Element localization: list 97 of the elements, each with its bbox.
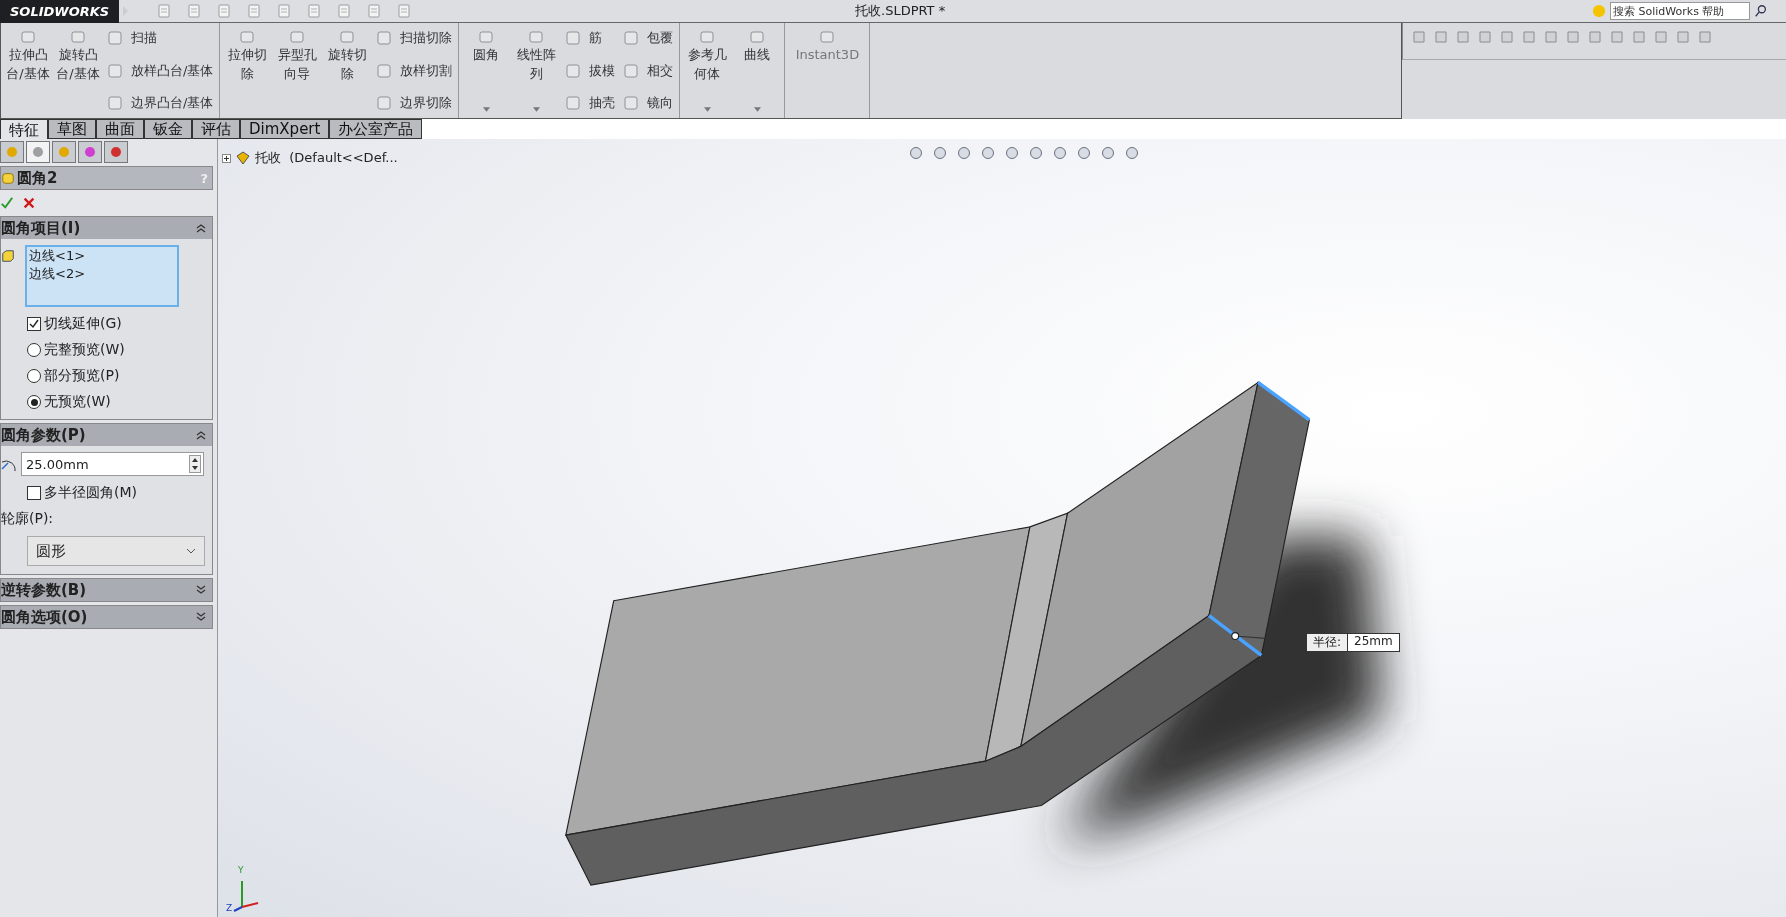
tool-icon xyxy=(565,62,582,79)
tab[interactable]: 钣金 xyxy=(144,119,192,139)
tool-icon xyxy=(376,30,393,46)
profile-dropdown[interactable]: 圆形 xyxy=(27,536,205,566)
section-header[interactable]: 逆转参数(B) xyxy=(1,579,212,601)
ribbon-button[interactable]: 边界切除 xyxy=(372,92,457,114)
check-icon xyxy=(28,318,40,330)
ribbon-button[interactable]: 线性阵列 xyxy=(511,27,562,114)
panel-icon xyxy=(108,144,124,160)
window-title: 托收.SLDPRT * xyxy=(854,2,947,20)
tool-icon xyxy=(623,30,640,46)
spinner-icon[interactable] xyxy=(189,455,201,473)
tool-icon xyxy=(239,29,256,45)
field-label: 轮廓(P): xyxy=(1,510,55,528)
ribbon-button[interactable]: 镜向 xyxy=(619,92,678,114)
list-item[interactable]: 边线<2> xyxy=(27,265,177,283)
tab[interactable]: 评估 xyxy=(192,119,240,139)
tree-item[interactable]: 托收 (Default<<Def... xyxy=(255,149,398,167)
caret-icon xyxy=(753,107,761,112)
tool-icon xyxy=(478,29,495,45)
help-icon xyxy=(1592,4,1606,18)
tool-icon xyxy=(376,62,393,79)
tab[interactable]: 曲面 xyxy=(96,119,144,139)
ribbon-button[interactable]: 圆角 xyxy=(461,27,512,114)
section-header[interactable]: 圆角参数(P) xyxy=(1,424,212,446)
axis-label: Z xyxy=(226,903,233,913)
checkbox[interactable]: 切线延伸(G) xyxy=(1,315,212,333)
tool-icon xyxy=(70,29,86,45)
axis-label: Y xyxy=(238,865,244,875)
tool-icon xyxy=(623,95,640,111)
ribbon-button[interactable]: 旋转凸台/基体 xyxy=(53,27,103,114)
panel-tab[interactable] xyxy=(52,141,76,163)
ribbon-button[interactable]: 拔模 xyxy=(561,59,620,82)
tool-icon xyxy=(565,95,582,111)
tab[interactable]: 办公室产品 xyxy=(329,119,423,139)
ribbon-button[interactable]: 曲线 xyxy=(732,27,783,114)
panel-icon xyxy=(56,144,72,160)
ribbon-button[interactable]: 拉伸凸台/基体 xyxy=(3,27,53,114)
tool-icon xyxy=(107,62,123,79)
tool-icon xyxy=(623,62,640,79)
checkbox[interactable]: 多半径圆角(M) xyxy=(1,484,212,502)
panel-tab[interactable] xyxy=(104,141,128,163)
ribbon-button[interactable]: 放样切割 xyxy=(372,59,457,82)
list-item[interactable]: 边线<1> xyxy=(27,247,177,265)
tool-icon xyxy=(107,95,123,111)
chevron-icon xyxy=(186,548,196,554)
ribbon-button[interactable]: 异型孔向导 xyxy=(272,27,323,114)
tab[interactable]: 草图 xyxy=(48,119,96,139)
edge-selection-icon xyxy=(1,249,15,263)
ribbon-button[interactable]: 边界凸台/基体 xyxy=(103,92,218,114)
tool-icon xyxy=(339,29,356,45)
ribbon-button[interactable]: 扫描切除 xyxy=(372,27,457,49)
tab[interactable]: DimXpert xyxy=(240,119,330,139)
tool-icon xyxy=(528,29,545,45)
ribbon-button[interactable]: 拉伸切除 xyxy=(222,27,273,114)
ribbon-button[interactable]: 扫描 xyxy=(103,27,218,49)
ok-check-icon[interactable] xyxy=(0,196,14,210)
ribbon-button[interactable]: 相交 xyxy=(619,59,678,82)
tool-icon xyxy=(699,29,716,45)
tab[interactable]: 特征 xyxy=(0,119,48,139)
ribbon-button[interactable]: 筋 xyxy=(561,27,620,49)
ribbon-button[interactable]: 抽壳 xyxy=(561,92,620,114)
panel-icon xyxy=(30,144,46,160)
panel-tab[interactable] xyxy=(26,141,50,163)
tool-icon xyxy=(749,29,766,45)
section-header[interactable]: 圆角选项(O) xyxy=(1,606,212,628)
caret-icon xyxy=(703,107,711,112)
ribbon-button[interactable]: 包覆 xyxy=(619,27,678,49)
app-logo: SOLIDWORKS xyxy=(0,0,120,23)
radio-button[interactable]: 无预览(W) xyxy=(1,393,212,411)
ribbon-button[interactable]: 参考几何体 xyxy=(682,27,733,114)
tool-icon xyxy=(819,29,836,45)
section-header[interactable]: 圆角项目(I) xyxy=(1,217,212,239)
panel-icon xyxy=(4,144,20,160)
ribbon-button[interactable]: 旋转切除 xyxy=(322,27,373,114)
search-field[interactable]: 搜索 SolidWorks 帮助 xyxy=(1610,2,1750,20)
fillet-icon xyxy=(1,171,15,185)
caret-icon xyxy=(482,107,490,112)
ribbon-button[interactable]: 放样凸台/基体 xyxy=(103,59,218,82)
feature-title: 圆角2 xyxy=(17,168,59,188)
panel-tab[interactable] xyxy=(0,141,24,163)
search-icon[interactable] xyxy=(1754,4,1768,18)
caret-icon xyxy=(532,107,540,112)
dimension-callout[interactable]: 半径: 25mm xyxy=(1306,633,1400,652)
expand-icon[interactable] xyxy=(222,153,231,163)
radius-field[interactable]: 25.00mm xyxy=(21,452,204,476)
radio-button[interactable]: 完整预览(W) xyxy=(1,341,212,359)
tool-icon xyxy=(376,95,393,111)
tool-icon xyxy=(289,29,306,45)
panel-icon xyxy=(82,144,98,160)
radio-button[interactable]: 部分预览(P) xyxy=(1,367,212,385)
panel-tab[interactable] xyxy=(78,141,102,163)
selection-list[interactable]: 边线<1> 边线<2> xyxy=(25,245,179,307)
cancel-icon[interactable] xyxy=(22,196,36,210)
tool-icon xyxy=(20,29,36,45)
tool-icon xyxy=(565,30,582,46)
tool-icon xyxy=(107,30,123,46)
